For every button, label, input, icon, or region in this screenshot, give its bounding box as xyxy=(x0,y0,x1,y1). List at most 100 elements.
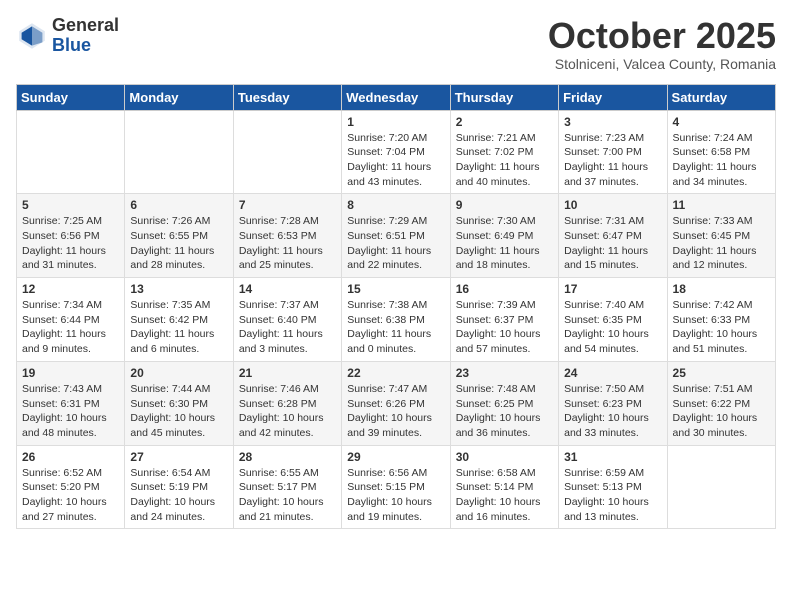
day-number: 15 xyxy=(347,282,444,296)
calendar-cell: 27 Sunrise: 6:54 AM Sunset: 5:19 PM Dayli… xyxy=(125,445,233,529)
logo-general-text: General xyxy=(52,16,119,36)
day-number: 18 xyxy=(673,282,770,296)
calendar-cell: 14 Sunrise: 7:37 AM Sunset: 6:40 PM Dayli… xyxy=(233,278,341,362)
calendar-cell: 19 Sunrise: 7:43 AM Sunset: 6:31 PM Dayli… xyxy=(17,361,125,445)
calendar-cell: 23Sunrise: 7:48 AM Sunset: 6:25 PM Dayli… xyxy=(450,361,558,445)
calendar-cell xyxy=(17,110,125,194)
calendar-cell: 3Sunrise: 7:23 AM Sunset: 7:00 PM Daylig… xyxy=(559,110,667,194)
day-number: 14 xyxy=(239,282,336,296)
day-info: Sunrise: 7:40 AM Sunset: 6:35 PM Dayligh… xyxy=(564,298,661,357)
day-number: 9 xyxy=(456,198,553,212)
calendar-cell: 11 Sunrise: 7:33 AM Sunset: 6:45 PM Dayli… xyxy=(667,194,775,278)
calendar-cell: 26Sunrise: 6:52 AM Sunset: 5:20 PM Dayli… xyxy=(17,445,125,529)
logo-icon xyxy=(16,20,48,52)
location-subtitle: Stolniceni, Valcea County, Romania xyxy=(548,56,776,72)
weekday-header-monday: Monday xyxy=(125,84,233,110)
calendar-cell: 29Sunrise: 6:56 AM Sunset: 5:15 PM Dayli… xyxy=(342,445,450,529)
calendar-cell: 10 Sunrise: 7:31 AM Sunset: 6:47 PM Dayli… xyxy=(559,194,667,278)
day-number: 6 xyxy=(130,198,227,212)
day-info: Sunrise: 7:20 AM Sunset: 7:04 PM Dayligh… xyxy=(347,131,444,190)
day-info: Sunrise: 7:47 AM Sunset: 6:26 PM Dayligh… xyxy=(347,382,444,441)
day-info: Sunrise: 6:54 AM Sunset: 5:19 PM Dayligh… xyxy=(130,466,227,525)
title-block: October 2025 Stolniceni, Valcea County, … xyxy=(548,16,776,72)
day-number: 20 xyxy=(130,366,227,380)
calendar-cell: 15Sunrise: 7:38 AM Sunset: 6:38 PM Dayli… xyxy=(342,278,450,362)
calendar-cell: 9 Sunrise: 7:30 AM Sunset: 6:49 PM Daylig… xyxy=(450,194,558,278)
day-info: Sunrise: 7:35 AM Sunset: 6:42 PM Dayligh… xyxy=(130,298,227,357)
weekday-header-row: SundayMondayTuesdayWednesdayThursdayFrid… xyxy=(17,84,776,110)
day-info: Sunrise: 7:30 AM Sunset: 6:49 PM Dayligh… xyxy=(456,214,553,273)
calendar-week-row: 5 Sunrise: 7:25 AM Sunset: 6:56 PM Daylig… xyxy=(17,194,776,278)
day-info: Sunrise: 7:21 AM Sunset: 7:02 PM Dayligh… xyxy=(456,131,553,190)
day-info: Sunrise: 7:37 AM Sunset: 6:40 PM Dayligh… xyxy=(239,298,336,357)
logo-text: General Blue xyxy=(52,16,119,56)
calendar-cell: 6 Sunrise: 7:26 AM Sunset: 6:55 PM Daylig… xyxy=(125,194,233,278)
day-number: 17 xyxy=(564,282,661,296)
day-number: 25 xyxy=(673,366,770,380)
calendar-cell: 22Sunrise: 7:47 AM Sunset: 6:26 PM Dayli… xyxy=(342,361,450,445)
calendar-cell: 5 Sunrise: 7:25 AM Sunset: 6:56 PM Daylig… xyxy=(17,194,125,278)
calendar-cell: 2 Sunrise: 7:21 AM Sunset: 7:02 PM Daylig… xyxy=(450,110,558,194)
day-number: 7 xyxy=(239,198,336,212)
calendar-cell: 25 Sunrise: 7:51 AM Sunset: 6:22 PM Dayli… xyxy=(667,361,775,445)
day-number: 1 xyxy=(347,115,444,129)
day-number: 12 xyxy=(22,282,119,296)
day-number: 5 xyxy=(22,198,119,212)
calendar-cell: 7 Sunrise: 7:28 AM Sunset: 6:53 PM Daylig… xyxy=(233,194,341,278)
day-number: 27 xyxy=(130,450,227,464)
calendar-cell: 28Sunrise: 6:55 AM Sunset: 5:17 PM Dayli… xyxy=(233,445,341,529)
calendar-cell: 21Sunrise: 7:46 AM Sunset: 6:28 PM Dayli… xyxy=(233,361,341,445)
day-info: Sunrise: 6:52 AM Sunset: 5:20 PM Dayligh… xyxy=(22,466,119,525)
calendar-table: SundayMondayTuesdayWednesdayThursdayFrid… xyxy=(16,84,776,530)
day-info: Sunrise: 7:24 AM Sunset: 6:58 PM Dayligh… xyxy=(673,131,770,190)
day-info: Sunrise: 7:31 AM Sunset: 6:47 PM Dayligh… xyxy=(564,214,661,273)
logo: General Blue xyxy=(16,16,119,56)
weekday-header-sunday: Sunday xyxy=(17,84,125,110)
calendar-cell: 8 Sunrise: 7:29 AM Sunset: 6:51 PM Daylig… xyxy=(342,194,450,278)
day-info: Sunrise: 6:56 AM Sunset: 5:15 PM Dayligh… xyxy=(347,466,444,525)
day-info: Sunrise: 7:39 AM Sunset: 6:37 PM Dayligh… xyxy=(456,298,553,357)
day-number: 16 xyxy=(456,282,553,296)
calendar-cell xyxy=(667,445,775,529)
calendar-cell: 31 Sunrise: 6:59 AM Sunset: 5:13 PM Dayli… xyxy=(559,445,667,529)
day-number: 13 xyxy=(130,282,227,296)
day-number: 2 xyxy=(456,115,553,129)
day-number: 3 xyxy=(564,115,661,129)
day-info: Sunrise: 7:29 AM Sunset: 6:51 PM Dayligh… xyxy=(347,214,444,273)
calendar-cell: 1 Sunrise: 7:20 AM Sunset: 7:04 PM Daylig… xyxy=(342,110,450,194)
day-number: 4 xyxy=(673,115,770,129)
day-number: 30 xyxy=(456,450,553,464)
day-info: Sunrise: 6:59 AM Sunset: 5:13 PM Dayligh… xyxy=(564,466,661,525)
calendar-cell: 16 Sunrise: 7:39 AM Sunset: 6:37 PM Dayli… xyxy=(450,278,558,362)
weekday-header-thursday: Thursday xyxy=(450,84,558,110)
calendar-cell: 17 Sunrise: 7:40 AM Sunset: 6:35 PM Dayli… xyxy=(559,278,667,362)
day-number: 19 xyxy=(22,366,119,380)
calendar-week-row: 1 Sunrise: 7:20 AM Sunset: 7:04 PM Daylig… xyxy=(17,110,776,194)
day-number: 28 xyxy=(239,450,336,464)
day-info: Sunrise: 7:44 AM Sunset: 6:30 PM Dayligh… xyxy=(130,382,227,441)
day-info: Sunrise: 6:58 AM Sunset: 5:14 PM Dayligh… xyxy=(456,466,553,525)
weekday-header-tuesday: Tuesday xyxy=(233,84,341,110)
calendar-cell: 24 Sunrise: 7:50 AM Sunset: 6:23 PM Dayli… xyxy=(559,361,667,445)
day-number: 21 xyxy=(239,366,336,380)
weekday-header-friday: Friday xyxy=(559,84,667,110)
day-number: 24 xyxy=(564,366,661,380)
day-number: 10 xyxy=(564,198,661,212)
calendar-cell xyxy=(125,110,233,194)
calendar-cell: 4 Sunrise: 7:24 AM Sunset: 6:58 PM Daylig… xyxy=(667,110,775,194)
day-number: 8 xyxy=(347,198,444,212)
day-number: 31 xyxy=(564,450,661,464)
day-info: Sunrise: 7:33 AM Sunset: 6:45 PM Dayligh… xyxy=(673,214,770,273)
day-info: Sunrise: 7:25 AM Sunset: 6:56 PM Dayligh… xyxy=(22,214,119,273)
day-info: Sunrise: 7:43 AM Sunset: 6:31 PM Dayligh… xyxy=(22,382,119,441)
day-info: Sunrise: 7:51 AM Sunset: 6:22 PM Dayligh… xyxy=(673,382,770,441)
day-number: 11 xyxy=(673,198,770,212)
day-info: Sunrise: 7:50 AM Sunset: 6:23 PM Dayligh… xyxy=(564,382,661,441)
month-title: October 2025 xyxy=(548,16,776,56)
day-info: Sunrise: 7:28 AM Sunset: 6:53 PM Dayligh… xyxy=(239,214,336,273)
calendar-week-row: 19 Sunrise: 7:43 AM Sunset: 6:31 PM Dayli… xyxy=(17,361,776,445)
weekday-header-wednesday: Wednesday xyxy=(342,84,450,110)
calendar-cell xyxy=(233,110,341,194)
day-info: Sunrise: 7:26 AM Sunset: 6:55 PM Dayligh… xyxy=(130,214,227,273)
page-header: General Blue October 2025 Stolniceni, Va… xyxy=(16,16,776,72)
